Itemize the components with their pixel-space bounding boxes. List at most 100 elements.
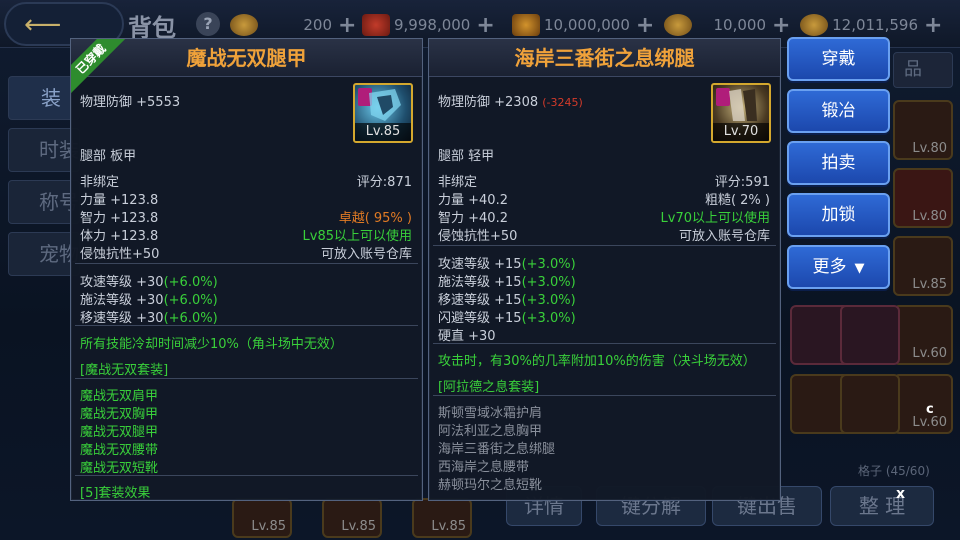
add-currency-button[interactable]: + xyxy=(476,13,494,38)
tab-partial[interactable]: 品 xyxy=(893,52,953,88)
currency-value: 10,000 xyxy=(713,16,767,34)
set-name: [魔战无双套装] xyxy=(80,363,169,378)
lock-button[interactable]: 加锁 xyxy=(787,193,890,237)
item-level: Lv.85 xyxy=(355,123,411,141)
slot-count: 格子 (45/60) xyxy=(858,464,930,478)
inventory-slot[interactable]: Lv.85 xyxy=(232,498,292,538)
inventory-slot[interactable] xyxy=(840,305,900,365)
level-requirement: Lv70以上可以使用 xyxy=(660,211,770,226)
back-arrow-icon: ⟵ xyxy=(24,10,62,40)
set-item: 斯顿雪域冰霜护肩 xyxy=(438,406,543,421)
set-item: 魔战无双腿甲 xyxy=(80,425,159,440)
hit-stun-stat: 硬直 +30 xyxy=(438,329,496,344)
more-button[interactable]: 更多 ▼ xyxy=(787,245,890,289)
stat-corrosion-resist: 侵蚀抗性+50 xyxy=(438,229,518,244)
inventory-slot[interactable]: Lv.80 xyxy=(893,168,953,228)
coin-icon xyxy=(230,14,258,36)
set-effect: [5]套装效果 xyxy=(80,486,151,501)
stat-str: 力量 +123.8 xyxy=(80,193,159,208)
bind-status: 非绑定 xyxy=(80,175,120,190)
ticket-icon xyxy=(362,14,390,36)
inventory-slot[interactable]: Lv.60 xyxy=(893,374,953,434)
special-effect: 所有技能冷却时间减少10%（角斗场中无效） xyxy=(80,337,343,352)
divider xyxy=(433,343,776,344)
compared-item-tooltip: 海岸三番街之息绑腿 物理防御 +2308 (-3245) Lv.70 腿部 轻甲… xyxy=(428,38,781,501)
chevron-down-icon: ▼ xyxy=(854,261,865,276)
inventory-slot[interactable]: Lv.80 xyxy=(893,100,953,160)
level-requirement: Lv85以上可以使用 xyxy=(302,229,412,244)
legguard-icon xyxy=(369,89,401,121)
slot-type: 腿部 轻甲 xyxy=(438,149,495,164)
add-currency-button[interactable]: + xyxy=(338,13,356,38)
special-effect: 攻击时，有30%的几率附加10%的伤害（决斗场无效） xyxy=(438,354,756,369)
score: 评分:871 xyxy=(356,175,412,190)
equip-button[interactable]: 穿戴 xyxy=(787,37,890,81)
stat-corrosion-resist: 侵蚀抗性+50 xyxy=(80,247,160,262)
auction-button[interactable]: 拍卖 xyxy=(787,141,890,185)
currency-value: 12,011,596 xyxy=(832,16,918,34)
divider xyxy=(75,325,418,326)
more-label: 更多 xyxy=(812,257,847,277)
set-item: 西海岸之息腰带 xyxy=(438,460,530,475)
account-storage: 可放入账号仓库 xyxy=(678,229,770,244)
item-name: 海岸三番街之息绑腿 xyxy=(429,39,780,77)
divider xyxy=(75,378,418,379)
set-item: 魔战无双胸甲 xyxy=(80,407,159,422)
item-level: Lv.70 xyxy=(713,123,769,141)
currency-value: 9,998,000 xyxy=(394,16,471,34)
stat-int: 智力 +123.8 xyxy=(80,211,159,226)
stat-vit: 体力 +123.8 xyxy=(80,229,159,244)
add-currency-button[interactable]: + xyxy=(924,13,942,38)
inventory-slot[interactable] xyxy=(840,374,900,434)
set-item: 阿法利亚之息胸甲 xyxy=(438,424,543,439)
legguard-icon xyxy=(729,89,757,121)
c-mark: c xyxy=(926,402,934,417)
inventory-slot[interactable]: Lv.85 xyxy=(412,498,472,538)
currency-3: 10,000,000 + xyxy=(512,12,654,38)
quality: 粗糙( 2% ) xyxy=(704,193,770,208)
item-name: 魔战无双腿甲 xyxy=(71,39,422,77)
slot-type: 腿部 板甲 xyxy=(80,149,137,164)
physical-defense: 物理防御 +2308 (-3245) xyxy=(438,95,583,110)
speed-stat: 闪避等级 +15(+3.0%) xyxy=(438,311,576,326)
stat-int: 智力 +40.2 xyxy=(438,211,508,226)
gold-bar-icon xyxy=(512,14,540,36)
add-currency-button[interactable]: + xyxy=(636,13,654,38)
currency-4: 10,000 + xyxy=(664,12,790,38)
sort-button[interactable]: 整 理 xyxy=(830,486,934,526)
speed-stat: 施法等级 +15(+3.0%) xyxy=(438,275,576,290)
currency-value: 10,000,000 xyxy=(544,16,630,34)
divider xyxy=(433,395,776,396)
divider xyxy=(433,245,776,246)
currency-2: 9,998,000 + xyxy=(362,12,495,38)
add-currency-button[interactable]: + xyxy=(772,13,790,38)
inventory-slot[interactable]: Lv.85 xyxy=(322,498,382,538)
quality: 卓越( 95% ) xyxy=(338,211,412,226)
set-item: 赫顿玛尔之息短靴 xyxy=(438,478,543,493)
help-icon[interactable]: ? xyxy=(196,12,220,36)
currency-5: 12,011,596 + xyxy=(800,12,942,38)
speed-stat: 施法等级 +30(+6.0%) xyxy=(80,293,218,308)
close-icon[interactable]: x xyxy=(896,486,905,502)
set-item: 海岸三番街之息绑腿 xyxy=(438,442,556,457)
score: 评分:591 xyxy=(714,175,770,190)
currency-1: 200 + xyxy=(230,12,356,38)
item-icon: Lv.70 xyxy=(711,83,771,143)
account-storage: 可放入账号仓库 xyxy=(320,247,412,262)
divider xyxy=(75,263,418,264)
forge-button[interactable]: 锻冶 xyxy=(787,89,890,133)
speed-stat: 移速等级 +15(+3.0%) xyxy=(438,293,576,308)
set-item: 魔战无双短靴 xyxy=(80,461,159,476)
speed-stat: 移速等级 +30(+6.0%) xyxy=(80,311,218,326)
currency-value: 200 xyxy=(303,16,332,34)
coin-icon xyxy=(800,14,828,36)
set-item: 魔战无双腰带 xyxy=(80,443,159,458)
coin-icon xyxy=(664,14,692,36)
inventory-slot[interactable]: Lv.85 xyxy=(893,236,953,296)
bind-status: 非绑定 xyxy=(438,175,478,190)
stat-str: 力量 +40.2 xyxy=(438,193,508,208)
physical-defense: 物理防御 +5553 xyxy=(80,95,181,110)
speed-stat: 攻速等级 +15(+3.0%) xyxy=(438,257,576,272)
inventory-slot[interactable]: Lv.60 xyxy=(893,305,953,365)
set-item: 魔战无双肩甲 xyxy=(80,389,159,404)
